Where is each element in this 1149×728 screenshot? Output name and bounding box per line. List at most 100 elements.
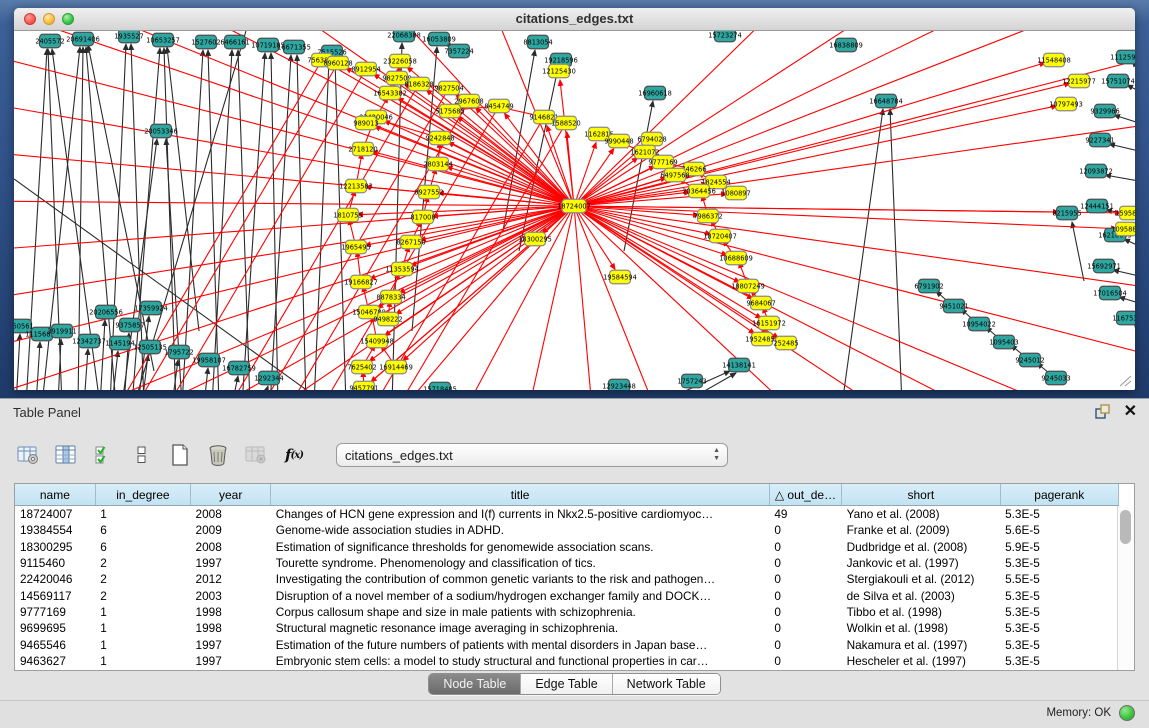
graph-node-label: 15718485 bbox=[423, 385, 457, 390]
graph-node-label: 16151972 bbox=[752, 319, 786, 327]
column-header-in_degree[interactable]: in_degree bbox=[95, 484, 190, 506]
graph-node-label: 16838809 bbox=[829, 41, 863, 49]
graph-node-label: 9329966 bbox=[1090, 107, 1119, 115]
graph-node-label: 1095403 bbox=[989, 338, 1018, 346]
graph-node-label: 16053809 bbox=[422, 35, 456, 43]
graph-node-label: 1292344 bbox=[254, 374, 283, 382]
table-row[interactable]: 946362711997Embryonic stem cells: a mode… bbox=[15, 653, 1119, 669]
column-header-year[interactable]: year bbox=[191, 484, 271, 506]
tab-network-table[interactable]: Network Table bbox=[613, 674, 720, 694]
row-height-icon[interactable] bbox=[128, 441, 156, 469]
table-selector-dropdown[interactable]: citations_edges.txt ▲▼ bbox=[336, 443, 728, 467]
column-visibility-icon[interactable] bbox=[52, 441, 80, 469]
graph-node-label: 16914469 bbox=[379, 363, 413, 371]
table-row[interactable]: 1938455462009Genome-wide association stu… bbox=[15, 522, 1119, 538]
table-panel: Table Panel ✕ f(x) bbox=[0, 398, 1149, 701]
graph-node-label: 1595842 bbox=[1115, 209, 1135, 217]
network-window-title: citations_edges.txt bbox=[14, 11, 1135, 26]
graph-node-label: 20053346 bbox=[144, 127, 178, 135]
table-scrollbar-thumb[interactable] bbox=[1120, 510, 1131, 544]
column-header-out_de[interactable]: △ out_de… bbox=[769, 484, 841, 506]
graph-node-label: 8927552 bbox=[414, 188, 443, 196]
graph-node-label: 18300295 bbox=[518, 235, 552, 243]
graph-node-label: 9451021 bbox=[939, 302, 968, 310]
graph-node-label: 16782759 bbox=[222, 364, 256, 372]
graph-node-label: 6791902 bbox=[914, 282, 943, 290]
graph-node-label: 3919911 bbox=[47, 327, 76, 335]
tab-node-table[interactable]: Node Table bbox=[429, 674, 521, 694]
column-header-pagerank[interactable]: pagerank bbox=[1000, 484, 1118, 506]
graph-node-label: 18720407 bbox=[703, 232, 737, 240]
table-row[interactable]: 969969511998Structural magnetic resonanc… bbox=[15, 620, 1119, 636]
graph-node-label: 19218596 bbox=[544, 56, 578, 64]
network-window[interactable]: citations_edges.txt 240557220691406 19355… bbox=[14, 8, 1135, 390]
graph-node-label: 6466161 bbox=[220, 38, 249, 46]
graph-node-label: 1588520 bbox=[551, 119, 580, 127]
table-row[interactable]: 1456911722003Disruption of a novel membe… bbox=[15, 587, 1119, 603]
delete-rows-icon[interactable] bbox=[204, 441, 232, 469]
graph-node-label: 10688609 bbox=[719, 254, 753, 262]
graph-node-label: 9827504 bbox=[434, 84, 463, 92]
graph-node-label: 9245033 bbox=[1041, 374, 1070, 382]
table-row[interactable]: 1872400712008Changes of HCN gene express… bbox=[15, 506, 1119, 523]
table-toolbar: f(x) citations_edges.txt ▲▼ bbox=[14, 435, 728, 475]
table-row[interactable]: 977716911998Corpus callosum shape and si… bbox=[15, 604, 1119, 620]
graph-node-label: 12342737 bbox=[72, 337, 106, 345]
new-table-icon[interactable] bbox=[166, 441, 194, 469]
table-scrollbar[interactable] bbox=[1117, 506, 1134, 670]
graph-node-label: 10653257 bbox=[146, 36, 180, 44]
graph-node-label: 7986372 bbox=[693, 212, 722, 220]
table-row[interactable]: 946554611997Estimation of the future num… bbox=[15, 636, 1119, 652]
graph-node-label: 8813054 bbox=[523, 38, 552, 46]
graph-node-label: 8215955 bbox=[1052, 209, 1081, 217]
graph-node-label: 23226058 bbox=[383, 57, 417, 65]
resize-grip-icon[interactable] bbox=[1118, 375, 1132, 387]
graph-node-label: 12213583 bbox=[339, 182, 373, 190]
graph-node-label: 20691406 bbox=[66, 35, 100, 43]
graph-node-label: 1965495 bbox=[341, 243, 370, 251]
table-tabs: Node TableEdge TableNetwork Table bbox=[428, 673, 720, 695]
column-header-title[interactable]: title bbox=[271, 484, 770, 506]
memory-ok-icon[interactable] bbox=[1119, 705, 1135, 721]
column-header-short[interactable]: short bbox=[842, 484, 1001, 506]
table-row[interactable]: 911546021997Tourette syndrome. Phenomeno… bbox=[15, 555, 1119, 571]
graph-node-label: 15409948 bbox=[360, 337, 394, 345]
node-table[interactable]: namein_degreeyeartitle△ out_de…shortpage… bbox=[14, 483, 1135, 671]
graph-node-label: 12444151 bbox=[1080, 202, 1114, 210]
close-panel-icon[interactable]: ✕ bbox=[1124, 402, 1137, 422]
graph-node-label: 7357224 bbox=[444, 47, 473, 55]
graph-node-label: 15692971 bbox=[1087, 262, 1121, 270]
table-row[interactable]: 1830029562008Estimation of significance … bbox=[15, 539, 1119, 555]
graph-node-label: 10797493 bbox=[1049, 100, 1083, 108]
network-canvas-wrap[interactable]: 240557220691406 193552710653257 1527602646… bbox=[14, 31, 1135, 390]
graph-node-label: 12215977 bbox=[1062, 77, 1096, 85]
float-window-icon[interactable] bbox=[1094, 403, 1112, 421]
network-view-background: citations_edges.txt 240557220691406 19355… bbox=[0, 0, 1149, 398]
graph-node-label: 10954022 bbox=[962, 320, 996, 328]
graph-node-label: 2405572 bbox=[35, 37, 64, 45]
graph-node-label: 12505135 bbox=[133, 343, 167, 351]
graph-node-label: 1527602 bbox=[191, 38, 220, 46]
graph-node-label: 1757243 bbox=[677, 377, 706, 385]
graph-node-label: 8454749 bbox=[484, 102, 513, 110]
graph-node-label: 16648784 bbox=[869, 97, 903, 105]
graph-node-label: 17359924 bbox=[134, 304, 168, 312]
function-builder-icon[interactable]: f(x) bbox=[280, 441, 308, 469]
graph-node-label: 9990448 bbox=[604, 137, 633, 145]
graph-node-label: 22068388 bbox=[387, 31, 421, 39]
graph-node-label: 9242848 bbox=[425, 134, 454, 142]
network-window-titlebar[interactable]: citations_edges.txt bbox=[14, 8, 1135, 31]
graph-node-label: 850561 bbox=[14, 322, 34, 330]
graph-node-label: 8186328 bbox=[404, 80, 433, 88]
network-canvas[interactable]: 240557220691406 193552710653257 1527602646… bbox=[14, 31, 1135, 390]
graph-node-label: 989013 bbox=[353, 119, 378, 127]
table-settings-icon[interactable] bbox=[14, 441, 42, 469]
table-row[interactable]: 2242004622012Investigating the contribut… bbox=[15, 571, 1119, 587]
graph-node-label: 7625402 bbox=[347, 363, 376, 371]
tab-edge-table[interactable]: Edge Table bbox=[521, 674, 612, 694]
select-columns-icon[interactable] bbox=[90, 441, 118, 469]
graph-node-label: 6497568 bbox=[660, 171, 689, 179]
graph-node-label: 15751074 bbox=[1101, 77, 1135, 85]
graph-node-label: 1935527 bbox=[114, 32, 143, 40]
column-header-name[interactable]: name bbox=[15, 484, 95, 506]
